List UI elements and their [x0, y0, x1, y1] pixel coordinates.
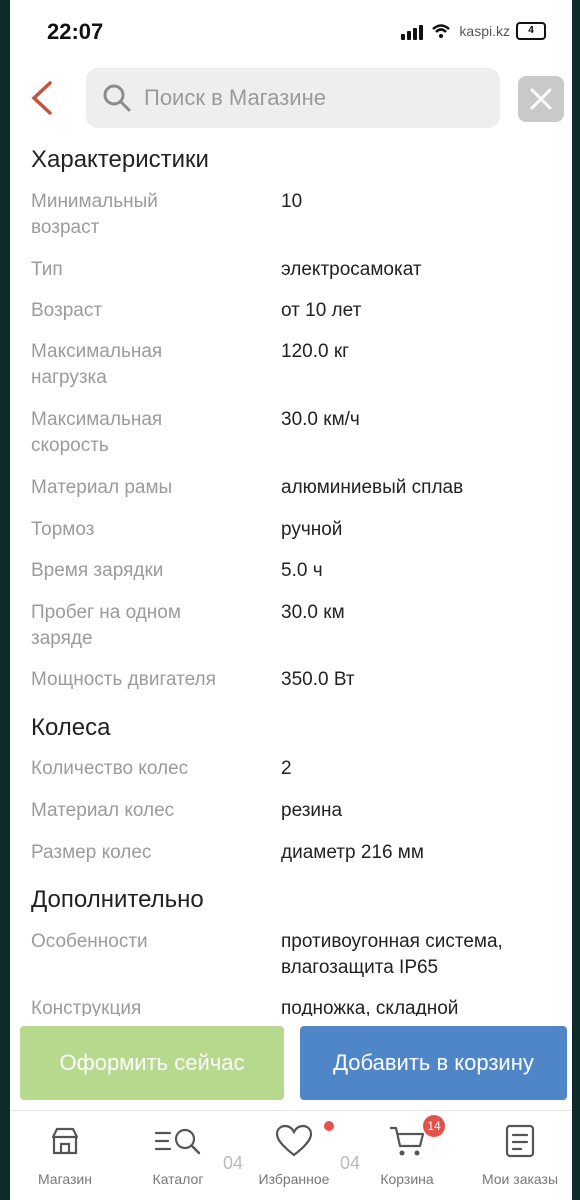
- close-icon: [530, 88, 552, 110]
- tab-catalog[interactable]: Каталог: [128, 1121, 228, 1195]
- favorites-dot: [324, 1121, 334, 1131]
- spec-label: Конструкция: [31, 998, 142, 1016]
- clear-search-button[interactable]: [518, 76, 564, 122]
- cart-icon: [390, 1126, 425, 1156]
- spec-label: Мощность двигателя: [31, 669, 216, 690]
- cart-badge: 14: [423, 1115, 445, 1137]
- spec-value: 10: [281, 191, 303, 212]
- spec-label: Возраст: [31, 300, 103, 321]
- spec-value: от 10 лет: [281, 300, 362, 321]
- spec-value: электросамокат: [281, 259, 422, 280]
- tab-label: Избранное: [258, 1171, 330, 1187]
- section-title-wheels: Колеса: [31, 714, 111, 741]
- app-screen: 22:07 kaspi.kz 4 Поиск в Магазине Характ…: [10, 0, 572, 1200]
- spec-value: 30.0 км/ч: [281, 409, 360, 430]
- spec-value: 2: [281, 758, 292, 779]
- tab-label: Каталог: [152, 1171, 204, 1187]
- spec-value: алюминиевый сплав: [281, 477, 464, 498]
- spec-value: 350.0 Вт: [281, 669, 355, 690]
- catalog-search-icon: [154, 1128, 201, 1155]
- tab-favorites[interactable]: Избранное: [244, 1121, 344, 1195]
- spec-label: Время зарядки: [31, 560, 164, 581]
- status-time: 22:07: [47, 19, 104, 44]
- back-button[interactable]: [28, 80, 56, 116]
- section-title-additional: Дополнительно: [31, 886, 204, 913]
- tab-label: Корзина: [380, 1171, 434, 1187]
- spec-label: Максимальная скорость: [31, 409, 163, 456]
- spec-label: Тормоз: [31, 519, 95, 540]
- add-to-cart-button[interactable]: Добавить в корзину: [300, 1026, 567, 1100]
- watermark-mark: 04: [223, 1153, 244, 1173]
- status-bar: 22:07 kaspi.kz 4: [10, 0, 572, 60]
- chevron-left-icon: [31, 81, 52, 115]
- spec-label: Минимальный возраст: [31, 191, 158, 238]
- search-input[interactable]: Поиск в Магазине: [86, 68, 500, 128]
- search-icon: [103, 84, 131, 112]
- spec-label: Материал рамы: [31, 477, 173, 498]
- spec-label: Пробег на одном заряде: [31, 602, 181, 649]
- spec-label: Тип: [31, 259, 63, 280]
- heart-icon: [275, 1124, 313, 1157]
- orders-icon: [505, 1124, 535, 1158]
- store-icon: [51, 1127, 79, 1155]
- spec-value: диаметр 216 мм: [281, 842, 424, 863]
- spec-value: 120.0 кг: [281, 341, 350, 362]
- status-icons: kaspi.kz 4: [401, 22, 546, 40]
- tab-label: Мои заказы: [481, 1171, 559, 1187]
- tab-store[interactable]: Магазин: [15, 1121, 115, 1195]
- spec-label: Максимальная нагрузка: [31, 341, 163, 388]
- spec-label: Материал колес: [31, 800, 175, 821]
- spec-value: 30.0 км: [281, 602, 345, 623]
- buy-now-button[interactable]: Оформить сейчас: [20, 1026, 284, 1100]
- tab-cart[interactable]: 14 Корзина: [357, 1115, 457, 1195]
- bottom-tab-bar: Магазин Каталог 04 Избранное 04 14 Корзи…: [10, 1110, 572, 1200]
- watermark-text: kaspi.kz: [459, 23, 510, 39]
- search-header: Поиск в Магазине: [10, 66, 572, 130]
- section-title-characteristics: Характеристики: [31, 146, 209, 173]
- specs-content: Характеристики Минимальный возраст 10 Ти…: [10, 140, 572, 1016]
- spec-value: 5.0 ч: [281, 560, 323, 581]
- tab-my-orders[interactable]: Мои заказы: [470, 1121, 570, 1195]
- spec-value: резина: [281, 800, 343, 821]
- spec-value: подножка, складной: [281, 998, 459, 1016]
- action-bar: Оформить сейчас Добавить в корзину: [10, 1026, 572, 1102]
- search-placeholder: Поиск в Магазине: [144, 85, 326, 110]
- spec-value: ручной: [281, 519, 343, 540]
- wifi-icon: [432, 24, 451, 38]
- battery-icon: 4: [516, 22, 546, 40]
- spec-value: противоугонная система, влагозащита IP65: [281, 931, 503, 978]
- spec-label: Количество колес: [31, 758, 189, 779]
- signal-icon: [401, 22, 425, 40]
- spec-label: Особенности: [31, 931, 148, 952]
- spec-label: Размер колес: [31, 842, 152, 863]
- tab-label: Магазин: [37, 1171, 92, 1187]
